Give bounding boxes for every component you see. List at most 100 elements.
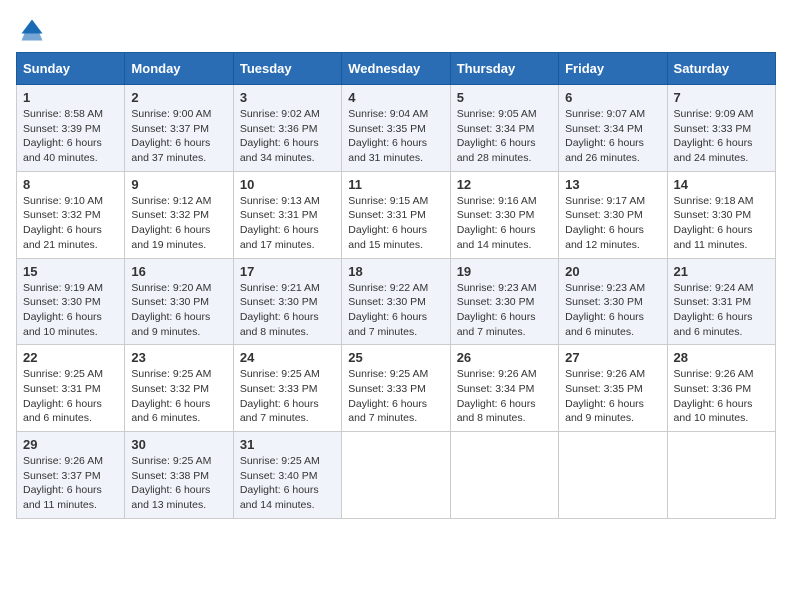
cell-text: Sunrise: 9:25 AMSunset: 3:33 PMDaylight:… bbox=[240, 368, 320, 424]
cell-text: Sunrise: 9:25 AMSunset: 3:32 PMDaylight:… bbox=[131, 368, 211, 424]
calendar-cell: 3 Sunrise: 9:02 AMSunset: 3:36 PMDayligh… bbox=[233, 85, 341, 172]
day-number: 1 bbox=[23, 90, 118, 105]
cell-text: Sunrise: 9:24 AMSunset: 3:31 PMDaylight:… bbox=[674, 282, 754, 338]
cell-text: Sunrise: 9:25 AMSunset: 3:33 PMDaylight:… bbox=[348, 368, 428, 424]
calendar-cell: 6 Sunrise: 9:07 AMSunset: 3:34 PMDayligh… bbox=[559, 85, 667, 172]
calendar-week-row: 8 Sunrise: 9:10 AMSunset: 3:32 PMDayligh… bbox=[17, 171, 776, 258]
day-number: 23 bbox=[131, 350, 226, 365]
calendar-cell: 26 Sunrise: 9:26 AMSunset: 3:34 PMDaylig… bbox=[450, 345, 558, 432]
calendar-cell: 10 Sunrise: 9:13 AMSunset: 3:31 PMDaylig… bbox=[233, 171, 341, 258]
day-number: 5 bbox=[457, 90, 552, 105]
calendar-cell: 23 Sunrise: 9:25 AMSunset: 3:32 PMDaylig… bbox=[125, 345, 233, 432]
cell-text: Sunrise: 9:13 AMSunset: 3:31 PMDaylight:… bbox=[240, 195, 320, 251]
day-number: 6 bbox=[565, 90, 660, 105]
day-number: 8 bbox=[23, 177, 118, 192]
calendar-week-row: 29 Sunrise: 9:26 AMSunset: 3:37 PMDaylig… bbox=[17, 432, 776, 519]
cell-text: Sunrise: 9:25 AMSunset: 3:38 PMDaylight:… bbox=[131, 455, 211, 511]
cell-text: Sunrise: 9:10 AMSunset: 3:32 PMDaylight:… bbox=[23, 195, 103, 251]
calendar-week-row: 22 Sunrise: 9:25 AMSunset: 3:31 PMDaylig… bbox=[17, 345, 776, 432]
day-number: 28 bbox=[674, 350, 769, 365]
header-day-monday: Monday bbox=[125, 53, 233, 85]
cell-text: Sunrise: 9:05 AMSunset: 3:34 PMDaylight:… bbox=[457, 108, 537, 164]
calendar-cell: 22 Sunrise: 9:25 AMSunset: 3:31 PMDaylig… bbox=[17, 345, 125, 432]
calendar-cell: 25 Sunrise: 9:25 AMSunset: 3:33 PMDaylig… bbox=[342, 345, 450, 432]
day-number: 19 bbox=[457, 264, 552, 279]
calendar-cell: 19 Sunrise: 9:23 AMSunset: 3:30 PMDaylig… bbox=[450, 258, 558, 345]
cell-text: Sunrise: 9:00 AMSunset: 3:37 PMDaylight:… bbox=[131, 108, 211, 164]
cell-text: Sunrise: 9:26 AMSunset: 3:36 PMDaylight:… bbox=[674, 368, 754, 424]
day-number: 2 bbox=[131, 90, 226, 105]
cell-text: Sunrise: 8:58 AMSunset: 3:39 PMDaylight:… bbox=[23, 108, 103, 164]
calendar-cell bbox=[342, 432, 450, 519]
day-number: 9 bbox=[131, 177, 226, 192]
calendar-cell: 27 Sunrise: 9:26 AMSunset: 3:35 PMDaylig… bbox=[559, 345, 667, 432]
page-header bbox=[16, 16, 776, 44]
calendar-header-row: SundayMondayTuesdayWednesdayThursdayFrid… bbox=[17, 53, 776, 85]
calendar-week-row: 1 Sunrise: 8:58 AMSunset: 3:39 PMDayligh… bbox=[17, 85, 776, 172]
cell-text: Sunrise: 9:23 AMSunset: 3:30 PMDaylight:… bbox=[565, 282, 645, 338]
calendar-cell: 30 Sunrise: 9:25 AMSunset: 3:38 PMDaylig… bbox=[125, 432, 233, 519]
cell-text: Sunrise: 9:19 AMSunset: 3:30 PMDaylight:… bbox=[23, 282, 103, 338]
header-day-saturday: Saturday bbox=[667, 53, 775, 85]
day-number: 20 bbox=[565, 264, 660, 279]
day-number: 25 bbox=[348, 350, 443, 365]
calendar-cell: 21 Sunrise: 9:24 AMSunset: 3:31 PMDaylig… bbox=[667, 258, 775, 345]
logo bbox=[16, 16, 48, 44]
day-number: 30 bbox=[131, 437, 226, 452]
calendar-cell: 20 Sunrise: 9:23 AMSunset: 3:30 PMDaylig… bbox=[559, 258, 667, 345]
calendar-cell: 29 Sunrise: 9:26 AMSunset: 3:37 PMDaylig… bbox=[17, 432, 125, 519]
calendar-cell: 11 Sunrise: 9:15 AMSunset: 3:31 PMDaylig… bbox=[342, 171, 450, 258]
calendar-cell bbox=[450, 432, 558, 519]
cell-text: Sunrise: 9:25 AMSunset: 3:31 PMDaylight:… bbox=[23, 368, 103, 424]
calendar-cell: 7 Sunrise: 9:09 AMSunset: 3:33 PMDayligh… bbox=[667, 85, 775, 172]
header-day-tuesday: Tuesday bbox=[233, 53, 341, 85]
calendar-cell: 16 Sunrise: 9:20 AMSunset: 3:30 PMDaylig… bbox=[125, 258, 233, 345]
calendar-body: 1 Sunrise: 8:58 AMSunset: 3:39 PMDayligh… bbox=[17, 85, 776, 519]
cell-text: Sunrise: 9:21 AMSunset: 3:30 PMDaylight:… bbox=[240, 282, 320, 338]
day-number: 24 bbox=[240, 350, 335, 365]
cell-text: Sunrise: 9:22 AMSunset: 3:30 PMDaylight:… bbox=[348, 282, 428, 338]
calendar-cell: 12 Sunrise: 9:16 AMSunset: 3:30 PMDaylig… bbox=[450, 171, 558, 258]
calendar-cell: 28 Sunrise: 9:26 AMSunset: 3:36 PMDaylig… bbox=[667, 345, 775, 432]
calendar-cell: 2 Sunrise: 9:00 AMSunset: 3:37 PMDayligh… bbox=[125, 85, 233, 172]
cell-text: Sunrise: 9:23 AMSunset: 3:30 PMDaylight:… bbox=[457, 282, 537, 338]
calendar-cell: 31 Sunrise: 9:25 AMSunset: 3:40 PMDaylig… bbox=[233, 432, 341, 519]
cell-text: Sunrise: 9:20 AMSunset: 3:30 PMDaylight:… bbox=[131, 282, 211, 338]
cell-text: Sunrise: 9:17 AMSunset: 3:30 PMDaylight:… bbox=[565, 195, 645, 251]
logo-icon bbox=[18, 16, 46, 44]
calendar-cell bbox=[559, 432, 667, 519]
calendar-cell: 17 Sunrise: 9:21 AMSunset: 3:30 PMDaylig… bbox=[233, 258, 341, 345]
calendar-cell: 14 Sunrise: 9:18 AMSunset: 3:30 PMDaylig… bbox=[667, 171, 775, 258]
cell-text: Sunrise: 9:12 AMSunset: 3:32 PMDaylight:… bbox=[131, 195, 211, 251]
cell-text: Sunrise: 9:16 AMSunset: 3:30 PMDaylight:… bbox=[457, 195, 537, 251]
day-number: 26 bbox=[457, 350, 552, 365]
cell-text: Sunrise: 9:09 AMSunset: 3:33 PMDaylight:… bbox=[674, 108, 754, 164]
cell-text: Sunrise: 9:18 AMSunset: 3:30 PMDaylight:… bbox=[674, 195, 754, 251]
day-number: 29 bbox=[23, 437, 118, 452]
header-day-sunday: Sunday bbox=[17, 53, 125, 85]
day-number: 10 bbox=[240, 177, 335, 192]
cell-text: Sunrise: 9:15 AMSunset: 3:31 PMDaylight:… bbox=[348, 195, 428, 251]
day-number: 7 bbox=[674, 90, 769, 105]
day-number: 3 bbox=[240, 90, 335, 105]
header-day-thursday: Thursday bbox=[450, 53, 558, 85]
day-number: 11 bbox=[348, 177, 443, 192]
day-number: 13 bbox=[565, 177, 660, 192]
day-number: 4 bbox=[348, 90, 443, 105]
calendar-cell: 18 Sunrise: 9:22 AMSunset: 3:30 PMDaylig… bbox=[342, 258, 450, 345]
cell-text: Sunrise: 9:02 AMSunset: 3:36 PMDaylight:… bbox=[240, 108, 320, 164]
calendar-week-row: 15 Sunrise: 9:19 AMSunset: 3:30 PMDaylig… bbox=[17, 258, 776, 345]
calendar-cell bbox=[667, 432, 775, 519]
cell-text: Sunrise: 9:07 AMSunset: 3:34 PMDaylight:… bbox=[565, 108, 645, 164]
cell-text: Sunrise: 9:25 AMSunset: 3:40 PMDaylight:… bbox=[240, 455, 320, 511]
day-number: 22 bbox=[23, 350, 118, 365]
day-number: 27 bbox=[565, 350, 660, 365]
calendar-cell: 1 Sunrise: 8:58 AMSunset: 3:39 PMDayligh… bbox=[17, 85, 125, 172]
day-number: 21 bbox=[674, 264, 769, 279]
calendar-cell: 24 Sunrise: 9:25 AMSunset: 3:33 PMDaylig… bbox=[233, 345, 341, 432]
cell-text: Sunrise: 9:26 AMSunset: 3:35 PMDaylight:… bbox=[565, 368, 645, 424]
day-number: 18 bbox=[348, 264, 443, 279]
cell-text: Sunrise: 9:26 AMSunset: 3:37 PMDaylight:… bbox=[23, 455, 103, 511]
calendar-cell: 8 Sunrise: 9:10 AMSunset: 3:32 PMDayligh… bbox=[17, 171, 125, 258]
calendar-cell: 9 Sunrise: 9:12 AMSunset: 3:32 PMDayligh… bbox=[125, 171, 233, 258]
